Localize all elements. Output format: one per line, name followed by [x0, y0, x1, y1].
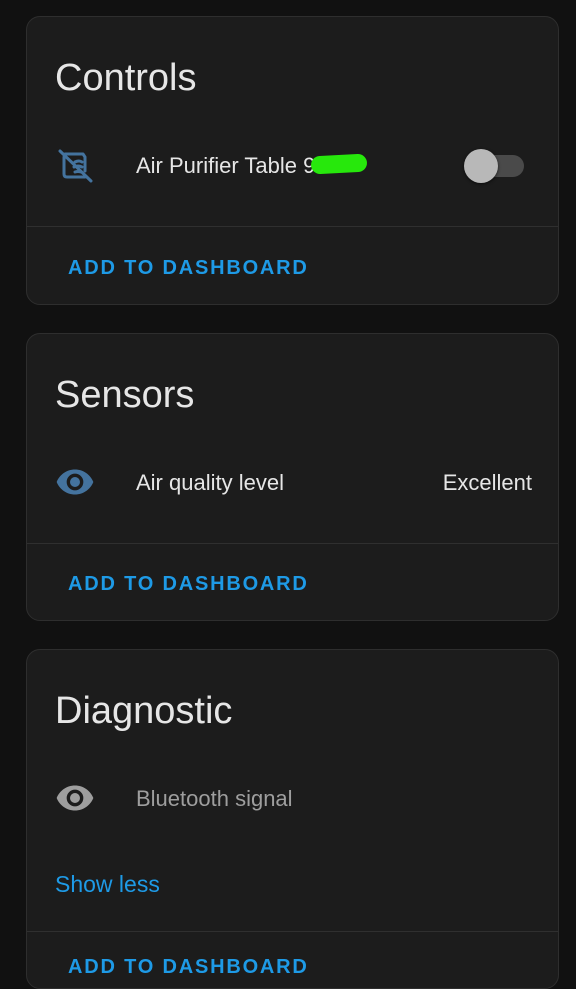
- entity-row-air-quality[interactable]: Air quality level Excellent: [27, 454, 558, 510]
- diagnostic-card: Diagnostic Bluetooth signal Show less AD…: [26, 649, 559, 989]
- card-title: Sensors: [55, 374, 195, 416]
- entity-name: Bluetooth signal: [136, 786, 293, 811]
- eye-icon: [55, 462, 95, 502]
- add-to-dashboard-button[interactable]: ADD TO DASHBOARD: [68, 956, 309, 979]
- add-to-dashboard-button[interactable]: ADD TO DASHBOARD: [68, 573, 309, 596]
- entity-name-text: Air Purifier Table 9: [136, 153, 316, 178]
- card-title: Controls: [55, 57, 197, 99]
- redaction-mark: [310, 153, 368, 175]
- card-title: Diagnostic: [55, 690, 233, 732]
- divider: [27, 226, 558, 227]
- entity-name: Air Purifier Table 9: [136, 153, 368, 179]
- divider: [27, 543, 558, 544]
- air-purifier-off-icon: [55, 145, 95, 185]
- entity-name: Air quality level: [136, 470, 284, 495]
- toggle-thumb: [464, 149, 498, 183]
- entity-state: Excellent: [442, 470, 532, 495]
- add-to-dashboard-button[interactable]: ADD TO DASHBOARD: [68, 257, 309, 280]
- entity-row-bluetooth-signal[interactable]: Bluetooth signal: [27, 770, 558, 826]
- entity-row-air-purifier[interactable]: Air Purifier Table 9: [27, 137, 558, 193]
- show-less-link[interactable]: Show less: [55, 871, 160, 898]
- air-purifier-toggle[interactable]: [464, 147, 524, 183]
- sensors-card: Sensors Air quality level Excellent ADD …: [26, 333, 559, 621]
- controls-card: Controls Air Purifier Table 9 ADD TO DAS…: [26, 16, 559, 305]
- eye-icon: [55, 778, 95, 818]
- divider: [27, 931, 558, 932]
